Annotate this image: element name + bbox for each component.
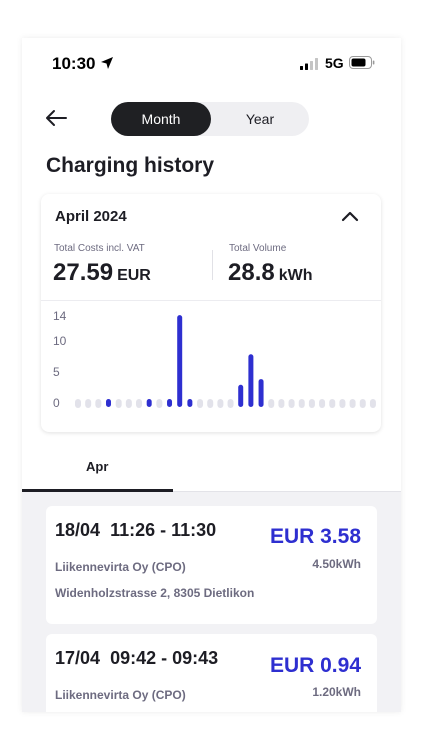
chart-bar-empty[interactable]: [329, 399, 336, 408]
chart-bar[interactable]: [258, 379, 264, 407]
chart-bar-empty[interactable]: [349, 399, 356, 408]
chart-bar-empty[interactable]: [268, 399, 275, 408]
chart-bar-empty[interactable]: [75, 399, 81, 408]
session-list: 18/04 11:26 - 11:30 EUR 3.58 Liikennevir…: [22, 492, 401, 712]
session-operator: Liikennevirta Oy (CPO): [55, 688, 186, 702]
chart-bar[interactable]: [177, 315, 183, 407]
chart-bar-empty[interactable]: [95, 399, 102, 408]
chart-bar-empty[interactable]: [156, 399, 163, 408]
page-title: Charging history: [46, 154, 215, 177]
period-toggle: Month Year: [111, 102, 309, 136]
chart-bar-empty[interactable]: [227, 399, 234, 408]
chart-bar[interactable]: [238, 384, 244, 407]
session-amount: EUR 0.94: [269, 654, 361, 677]
chart-bar[interactable]: [167, 399, 173, 407]
total-volume-label: Total Volume: [229, 243, 287, 254]
y-tick-label: 0: [53, 396, 60, 410]
network-type: 5G: [325, 55, 344, 71]
period-label: April 2024: [55, 208, 127, 225]
session-item[interactable]: 17/04 09:42 - 09:43 EUR 0.94 Liikennevir…: [46, 634, 377, 712]
battery-icon: [349, 56, 375, 69]
chart-bar-empty[interactable]: [298, 399, 305, 408]
total-volume-value: 28.8 kWh: [228, 259, 313, 287]
daily-volume-chart: 0 5 10 14: [53, 309, 376, 410]
total-volume-number: 28.8: [228, 259, 275, 286]
chevron-up-icon[interactable]: [341, 209, 359, 223]
chart-bar-empty[interactable]: [115, 399, 122, 408]
session-datetime: 17/04 09:42 - 09:43: [55, 648, 218, 669]
session-item[interactable]: 18/04 11:26 - 11:30 EUR 3.58 Liikennevir…: [46, 506, 377, 624]
chart-bar[interactable]: [146, 399, 152, 407]
session-amount: EUR 3.58: [269, 525, 361, 548]
chart-bar-empty[interactable]: [85, 399, 92, 408]
chart-bar[interactable]: [106, 399, 112, 407]
chart-bar[interactable]: [187, 399, 193, 407]
session-time-range: 11:26 - 11:30: [110, 520, 217, 540]
y-tick-label: 10: [53, 334, 67, 348]
chart-bar-empty[interactable]: [217, 399, 224, 408]
session-time-range: 09:42 - 09:43: [110, 648, 219, 668]
total-volume-unit: kWh: [278, 267, 313, 284]
session-energy: 1.20kWh: [312, 685, 361, 699]
total-cost-number: 27.59: [53, 259, 114, 286]
month-toggle-button[interactable]: Month: [111, 102, 211, 136]
status-time: 10:30: [52, 54, 96, 73]
summary-card: April 2024 Total Costs incl. VAT 27.59 EU…: [41, 194, 381, 432]
chart-bar-empty[interactable]: [308, 399, 315, 408]
chart-bar-empty[interactable]: [278, 399, 285, 408]
year-toggle-button[interactable]: Year: [211, 102, 309, 136]
chart-bar-empty[interactable]: [339, 399, 346, 408]
session-energy: 4.50kWh: [312, 557, 361, 571]
chart-bar-empty[interactable]: [288, 399, 295, 408]
card-separator: [41, 300, 381, 301]
session-address: Widenholzstrasse 2, 8305 Dietlikon: [55, 586, 255, 600]
chart-bar-empty[interactable]: [136, 399, 143, 408]
app-screen: 10:30 5G Month Year Charging history Apr…: [22, 38, 401, 712]
status-bar: 10:30 5G: [22, 38, 401, 88]
total-cost-unit: EUR: [117, 267, 151, 284]
cellular-signal-icon: [300, 58, 318, 70]
session-date: 17/04: [55, 648, 101, 668]
location-arrow-icon: [101, 57, 113, 69]
chart-bar-empty[interactable]: [207, 399, 214, 408]
month-tabs: Apr: [22, 442, 401, 492]
stat-divider: [212, 250, 213, 280]
total-cost-label: Total Costs incl. VAT: [54, 243, 145, 254]
y-tick-label: 5: [53, 365, 60, 379]
session-operator: Liikennevirta Oy (CPO): [55, 560, 186, 574]
chart-bar-empty[interactable]: [359, 399, 366, 408]
back-arrow-icon[interactable]: [44, 108, 68, 128]
chart-bar-empty[interactable]: [319, 399, 326, 408]
y-tick-label: 14: [53, 309, 67, 323]
chart-bar-empty[interactable]: [369, 399, 376, 408]
total-cost-value: 27.59 EUR: [53, 259, 151, 287]
session-datetime: 18/04 11:26 - 11:30: [55, 520, 216, 541]
chart-bar[interactable]: [248, 354, 254, 407]
session-date: 18/04: [55, 520, 101, 540]
tab-apr[interactable]: Apr: [86, 459, 108, 474]
chart-bar-empty[interactable]: [125, 399, 132, 408]
chart-bar-empty[interactable]: [197, 399, 204, 408]
